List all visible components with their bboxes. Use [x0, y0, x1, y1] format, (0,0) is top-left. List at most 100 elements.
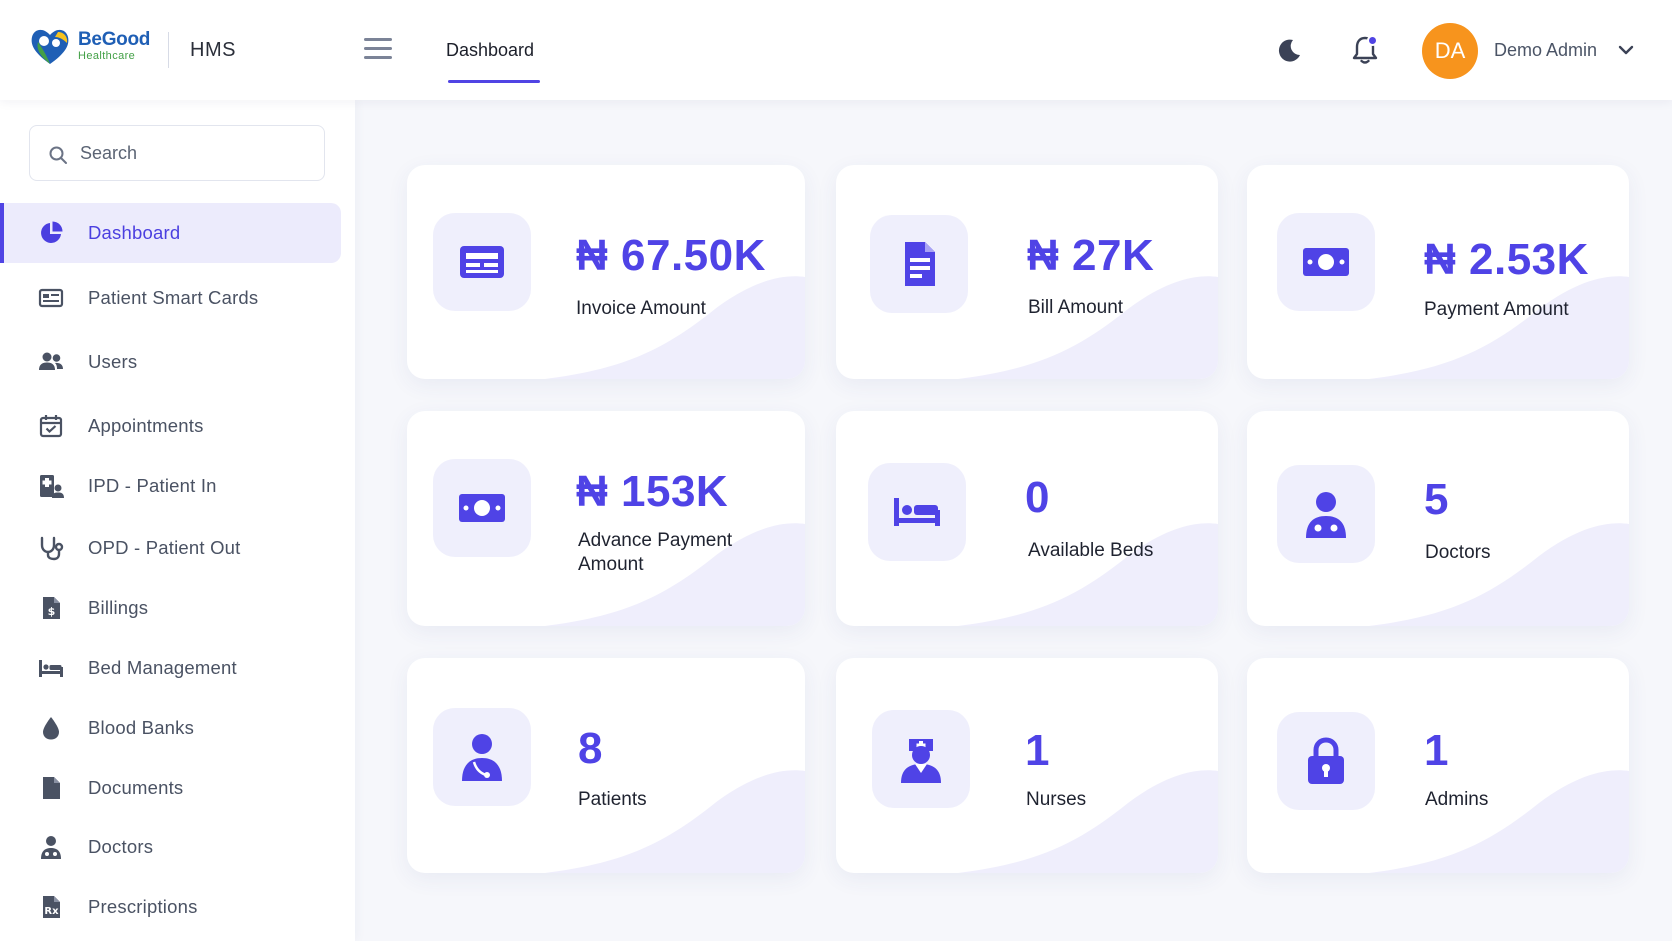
lock-icon: [1308, 737, 1344, 784]
card-wave-decoration: [1369, 276, 1629, 379]
heart-logo-icon: [31, 29, 69, 64]
card-value: 5: [1424, 475, 1449, 524]
card-icon-box: [433, 459, 531, 557]
stat-card-doctors[interactable]: 5 Doctors: [1247, 411, 1629, 626]
search-input[interactable]: [80, 134, 310, 172]
sidebar-item-documents[interactable]: Documents: [0, 758, 341, 818]
sidebar-item-label: Patient Smart Cards: [88, 287, 259, 308]
doctor-icon: [1306, 492, 1346, 538]
card-wave-decoration: [958, 523, 1218, 626]
active-tab-indicator: [448, 80, 540, 83]
notification-dot: [1367, 35, 1378, 46]
card-wave-decoration: [958, 770, 1218, 873]
stat-card-nurses[interactable]: 1 Nurses: [836, 658, 1218, 873]
sidebar-item-users[interactable]: Users: [0, 332, 341, 392]
card-label: Admins: [1425, 789, 1489, 810]
card-value: ₦ 153K: [576, 467, 729, 516]
sidebar-item-appointments[interactable]: Appointments: [0, 396, 341, 456]
stat-card-advance-payment-amount[interactable]: ₦ 153K Advance Payment Amount: [407, 411, 805, 626]
stat-card-available-beds[interactable]: 0 Available Beds: [836, 411, 1218, 626]
calendar-check-icon: [38, 413, 64, 439]
card-label: Advance Payment Amount: [578, 530, 733, 575]
card-value: ₦ 67.50K: [576, 231, 766, 280]
sidebar-item-doctors[interactable]: Doctors: [0, 817, 341, 877]
chevron-down-icon[interactable]: [1618, 44, 1634, 56]
brand-name: BeGood: [78, 29, 151, 50]
stat-card-admins[interactable]: 1 Admins: [1247, 658, 1629, 873]
card-value: ₦ 2.53K: [1424, 235, 1589, 284]
card-wave-decoration: [545, 770, 805, 873]
sidebar-item-label: Doctors: [88, 836, 154, 857]
doctor-icon: [38, 834, 64, 860]
stat-card-patients[interactable]: 8 Patients: [407, 658, 805, 873]
logo[interactable]: BeGood Healthcare: [28, 24, 150, 68]
search-box: [29, 125, 325, 181]
sidebar-item-dashboard[interactable]: Dashboard: [0, 203, 341, 263]
card-wave-decoration: [545, 276, 805, 379]
sidebar-item-label: IPD - Patient In: [88, 475, 217, 496]
sidebar-item-label: Bed Management: [88, 657, 237, 678]
sidebar-item-label: Blood Banks: [88, 717, 195, 738]
card-icon-box: [870, 215, 968, 313]
top-header: BeGood Healthcare HMS Dashboard DA Demo …: [0, 0, 1672, 100]
card-label: Patients: [578, 789, 647, 810]
stat-card-payment-amount[interactable]: ₦ 2.53K Payment Amount: [1247, 165, 1629, 379]
card-label: Available Beds: [1028, 540, 1154, 561]
sidebar-item-label: Billings: [88, 597, 149, 618]
hospital-user-icon: [38, 473, 64, 499]
card-value: ₦ 27K: [1027, 231, 1155, 280]
invoice-dollar-icon: $: [38, 595, 64, 621]
sidebar-item-bed-management[interactable]: Bed Management: [0, 638, 341, 698]
user-name[interactable]: Demo Admin: [1494, 40, 1597, 61]
search-icon: [49, 146, 67, 164]
bed-icon: [894, 498, 940, 526]
sidebar-item-label: OPD - Patient Out: [88, 537, 241, 558]
menu-toggle-icon[interactable]: [364, 38, 392, 62]
bed-icon: [38, 655, 64, 681]
card-icon-box: [1277, 465, 1375, 563]
stethoscope-icon: [38, 535, 64, 561]
card-icon-box: [872, 710, 970, 808]
sidebar-item-blood-banks[interactable]: Blood Banks: [0, 698, 341, 758]
sidebar-item-patient-smart-cards[interactable]: Patient Smart Cards: [0, 268, 341, 328]
card-value: 8: [578, 724, 603, 773]
card-value: 1: [1025, 726, 1050, 775]
sidebar-item-label: Dashboard: [88, 222, 181, 243]
dark-mode-moon-icon[interactable]: [1276, 36, 1304, 64]
card-value: 1: [1424, 726, 1449, 775]
sidebar: Dashboard Patient Smart Cards Users Appo…: [0, 100, 355, 941]
card-wave-decoration: [1369, 523, 1629, 626]
card-wave-decoration: [958, 276, 1218, 379]
stat-card-invoice-amount[interactable]: ₦ 67.50K Invoice Amount: [407, 165, 805, 379]
card-wave-decoration: [1369, 770, 1629, 873]
money-bill-icon: [459, 494, 505, 522]
blood-drop-icon: [38, 715, 64, 741]
nurse-icon: [901, 739, 941, 783]
id-card-icon: [38, 285, 64, 311]
svg-text:Rx: Rx: [44, 906, 59, 917]
sidebar-item-label: Users: [88, 351, 138, 372]
card-icon-box: [868, 463, 966, 561]
sidebar-item-opd-patient-out[interactable]: OPD - Patient Out: [0, 518, 341, 578]
card-icon-box: [433, 708, 531, 806]
patient-icon: [462, 734, 502, 781]
sidebar-item-label: Documents: [88, 777, 184, 798]
prescription-icon: Rx: [38, 894, 64, 920]
card-icon-box: [1277, 213, 1375, 311]
sidebar-item-billings[interactable]: $ Billings: [0, 578, 341, 638]
sidebar-item-ipd-patient-in[interactable]: IPD - Patient In: [0, 456, 341, 516]
card-label: Invoice Amount: [576, 298, 706, 319]
sidebar-item-prescriptions[interactable]: Rx Prescriptions: [0, 877, 341, 937]
card-label: Doctors: [1425, 542, 1491, 563]
app-name: HMS: [190, 39, 236, 61]
pie-chart-icon: [38, 220, 64, 246]
sidebar-item-label: Appointments: [88, 415, 204, 436]
avatar[interactable]: DA: [1422, 23, 1478, 79]
tab-dashboard[interactable]: Dashboard: [446, 40, 534, 61]
card-label: Payment Amount: [1424, 299, 1569, 320]
card-value: 0: [1025, 473, 1050, 522]
stat-card-bill-amount[interactable]: ₦ 27K Bill Amount: [836, 165, 1218, 379]
money-card-icon: [460, 246, 504, 278]
brand-subtitle: Healthcare: [78, 50, 136, 62]
card-icon-box: [433, 213, 531, 311]
